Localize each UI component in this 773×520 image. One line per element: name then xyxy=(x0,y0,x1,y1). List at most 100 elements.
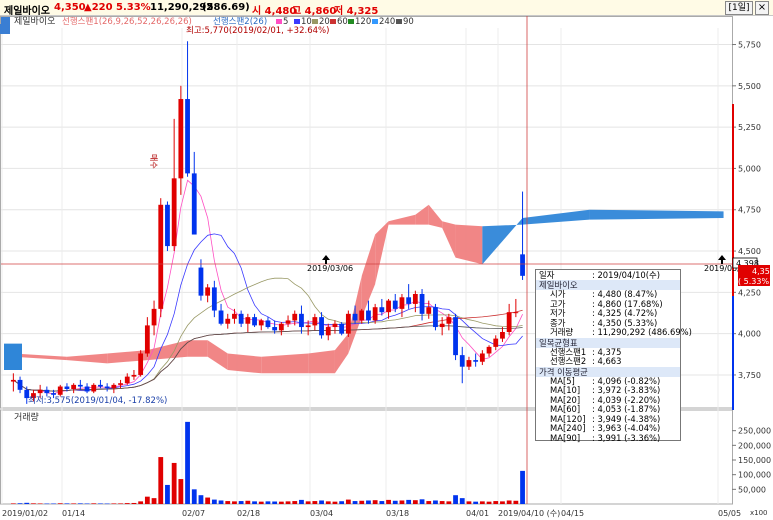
candle-body xyxy=(392,300,398,309)
price-tick-label: 5,750 xyxy=(738,41,761,50)
tooltip-ichimoku-rows: 선행스팬1: 4,375 선행스팬2: 4,663 xyxy=(536,347,680,367)
date-tick-label: 03/04 xyxy=(310,509,333,518)
volume-bar xyxy=(433,500,438,504)
cloud-segment xyxy=(308,350,335,374)
volume-bar xyxy=(359,500,365,504)
volume-bar xyxy=(520,470,525,504)
tooltip-ichimoku-key: 선행스팬2 xyxy=(550,356,587,366)
candle-body xyxy=(131,374,137,377)
high-annotation: 최고:5,770(2019/02/01, +32.64%) xyxy=(186,25,329,36)
current-price: 4,350 xyxy=(752,267,773,276)
data-tooltip: 일자: 2019/04/10(수) 제일바이오 시가: 4,480 (8.47%… xyxy=(535,269,692,442)
volume-bar xyxy=(292,501,298,504)
candle-body xyxy=(118,383,123,385)
volume-bar xyxy=(299,499,304,504)
cloud-segment xyxy=(455,224,483,265)
candle-body xyxy=(500,332,505,339)
candle-body xyxy=(252,317,257,326)
candle-body xyxy=(232,313,237,319)
tooltip-price-row: 거래량 : 11,290,292 (486.69%) xyxy=(536,327,692,338)
volume-bar xyxy=(218,500,224,504)
vertical-marker-text: 매수 xyxy=(149,154,158,169)
legend-ma-swatch xyxy=(276,19,282,24)
legend-stock-name: 제일바이오 xyxy=(14,16,55,27)
volume-bar xyxy=(44,503,50,505)
volume-bar xyxy=(185,421,190,504)
candle-body xyxy=(339,323,345,334)
volume-note: (586.69) xyxy=(202,2,250,13)
candle-body xyxy=(245,317,251,324)
volume-bar xyxy=(118,503,123,504)
volume-bar xyxy=(158,457,164,504)
volume-bar xyxy=(278,501,284,504)
date-tick-label: 01/14 xyxy=(62,509,85,518)
candle-body xyxy=(37,389,43,394)
volume-bar xyxy=(232,501,237,504)
candle-body xyxy=(77,384,83,387)
price-tick-label: 5,000 xyxy=(738,164,761,173)
volume-bar xyxy=(10,503,16,504)
volume-bar xyxy=(57,503,63,504)
volume-bar xyxy=(191,489,197,504)
volume-bar xyxy=(453,495,458,504)
volume-bar xyxy=(165,484,170,504)
legend-ma-label: 240 xyxy=(379,17,395,27)
candle-body xyxy=(285,320,291,324)
legend-ma-swatch xyxy=(330,19,336,24)
candle-body xyxy=(426,307,432,314)
volume-bar xyxy=(459,498,465,504)
volume-bar xyxy=(486,501,492,504)
volume-bar xyxy=(379,501,385,504)
volume-bar xyxy=(138,501,144,504)
price-value: 4,350 xyxy=(54,2,86,13)
volume-bar xyxy=(500,501,505,504)
volume-bar xyxy=(406,499,412,504)
volume-bar xyxy=(446,501,452,504)
volume-bar xyxy=(325,501,331,504)
period-selector[interactable]: [1일] xyxy=(725,1,753,15)
volume-tick-label: 150,000 xyxy=(738,456,771,465)
volume-bar xyxy=(131,502,137,504)
candle-body xyxy=(486,346,492,354)
legend-ma-swatch xyxy=(294,19,300,24)
legend-ma-label: 90 xyxy=(403,17,414,27)
candle-body xyxy=(17,379,23,390)
legend-badge[interactable] xyxy=(1,17,10,26)
volume-bar xyxy=(91,503,97,504)
candle-body xyxy=(299,313,304,328)
candle-body xyxy=(272,327,278,331)
candle-body xyxy=(439,323,445,328)
volume-bar xyxy=(238,501,244,504)
price-tick-label: 4,750 xyxy=(738,206,761,215)
volume-bar xyxy=(144,496,150,504)
candle-body xyxy=(345,313,351,334)
candle-body xyxy=(64,386,70,389)
tooltip-price-value: : 11,290,292 (486.69%) xyxy=(592,327,692,337)
volume-bar xyxy=(31,503,36,504)
volume-bar xyxy=(272,501,278,504)
candle-body xyxy=(278,323,284,331)
volume-bar xyxy=(493,501,499,504)
candle-body xyxy=(479,353,485,362)
volume-tick-label: 250,000 xyxy=(738,427,771,436)
stock-chart[interactable]: 3,750 4,000 4,250 4,500 4,750 5,000 5,250 5,500… xyxy=(0,16,773,520)
low-value: 저 4,325 xyxy=(334,6,379,17)
cloud-segment xyxy=(261,353,309,374)
volume-bar xyxy=(98,503,103,504)
candle-body xyxy=(198,267,204,296)
tooltip-price-key: 거래량 xyxy=(550,327,574,337)
close-button[interactable]: × xyxy=(755,1,769,15)
candle-body xyxy=(84,386,90,392)
candle-body xyxy=(325,327,331,336)
candle-body xyxy=(399,297,405,309)
volume-bar xyxy=(366,500,371,504)
volume-bar xyxy=(37,503,43,504)
volume-bar xyxy=(151,498,157,504)
volume-bar xyxy=(372,500,378,504)
volume-bar xyxy=(473,501,479,504)
volume-bar xyxy=(51,503,56,505)
volume-bar xyxy=(352,501,358,504)
tooltip-ichimoku-value: : 4,663 xyxy=(592,356,622,366)
candle-body xyxy=(144,325,150,354)
volume-bar xyxy=(258,501,264,504)
